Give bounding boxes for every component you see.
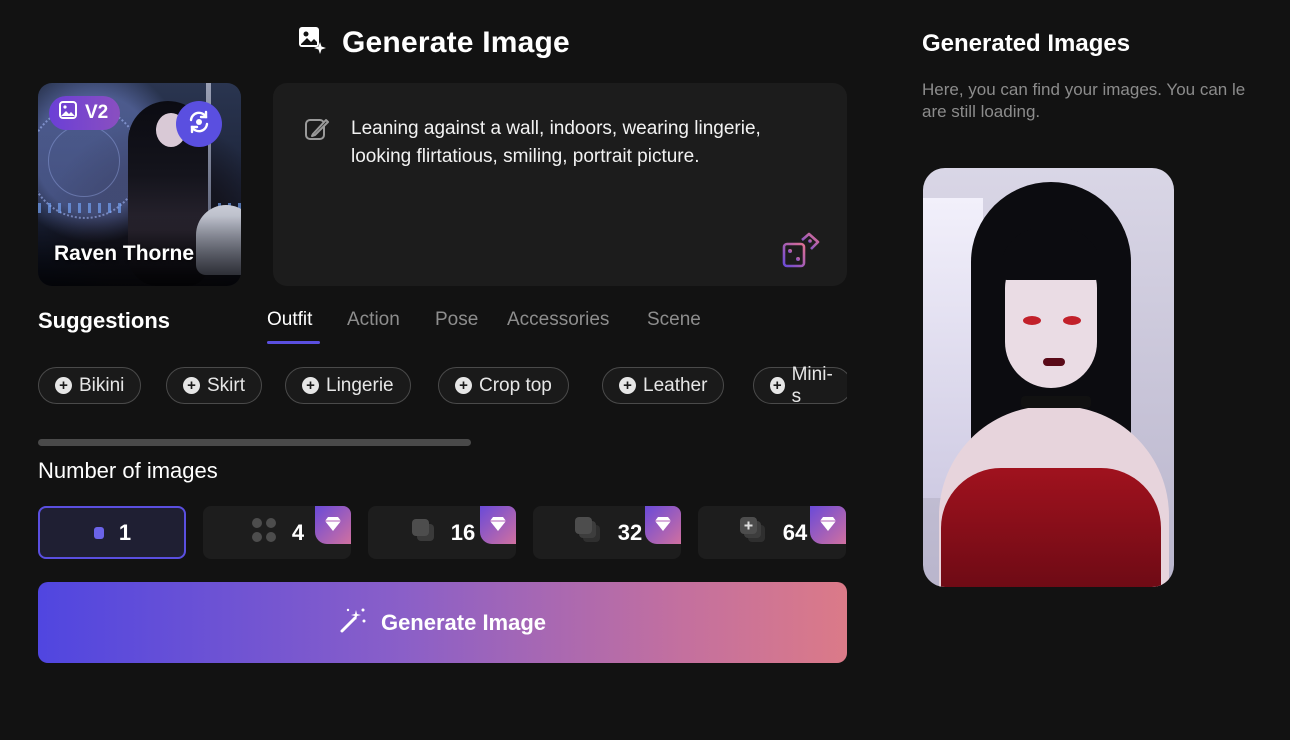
prompt-input[interactable]: Leaning against a wall, indoors, wearing… — [351, 115, 821, 171]
num-option-64[interactable]: 64 — [698, 506, 846, 559]
chip-bikini[interactable]: + Bikini — [38, 367, 142, 404]
chip-crop-top[interactable]: + Crop top — [438, 367, 569, 404]
active-tab-indicator — [267, 341, 320, 344]
chip-label: Skirt — [207, 374, 245, 396]
tab-outfit[interactable]: Outfit — [267, 309, 312, 331]
premium-badge — [645, 506, 681, 544]
pencil-icon — [304, 116, 330, 147]
lingerie-graphic — [941, 468, 1161, 587]
num-option-label: 32 — [617, 519, 643, 545]
generated-images-title: Generated Images — [922, 30, 1131, 57]
num-option-label: 4 — [291, 519, 305, 545]
collar-graphic — [1021, 396, 1091, 408]
grid-icon — [250, 516, 278, 550]
swap-character-button[interactable] — [176, 101, 222, 147]
diamond-icon — [324, 512, 342, 538]
generated-images-description: Here, you can find your images. You can … — [922, 79, 1290, 123]
description-line-1: Here, you can find your images. You can … — [922, 80, 1246, 99]
chips-scrollbar[interactable] — [38, 439, 471, 446]
diamond-icon — [489, 512, 507, 538]
tab-action[interactable]: Action — [347, 309, 400, 331]
num-option-4[interactable]: 4 — [203, 506, 351, 559]
ferris-wheel-inner-graphic — [48, 125, 120, 197]
generated-image-thumbnail[interactable] — [923, 168, 1174, 587]
tab-accessories[interactable]: Accessories — [507, 309, 609, 331]
tab-scene[interactable]: Scene — [647, 309, 701, 331]
diamond-icon — [654, 512, 672, 538]
generate-button-label: Generate Image — [380, 609, 547, 635]
num-option-16[interactable]: 16 — [368, 506, 516, 559]
suggestions-title: Suggestions — [38, 308, 171, 333]
plus-icon: + — [619, 377, 636, 394]
prompt-box[interactable] — [273, 83, 847, 286]
bangs-graphic — [1001, 228, 1101, 280]
plus-icon: + — [455, 377, 472, 394]
chip-label: Lingerie — [326, 374, 394, 396]
stack-plus-icon — [737, 514, 769, 552]
num-option-label: 64 — [782, 519, 808, 545]
diamond-icon — [819, 512, 837, 538]
chip-label: Bikini — [79, 374, 125, 396]
generate-image-button[interactable]: Generate Image — [38, 582, 847, 663]
chip-label: Crop top — [479, 374, 552, 396]
plus-icon: + — [770, 377, 785, 394]
version-badge[interactable]: V2 — [49, 96, 121, 130]
chip-mini-skirt[interactable]: + Mini-s — [753, 364, 847, 407]
num-option-1[interactable]: 1 — [38, 506, 186, 559]
num-option-label: 16 — [450, 519, 476, 545]
character-name: Raven Thorne — [54, 242, 195, 265]
chip-label: Leather — [643, 374, 708, 396]
single-image-icon — [93, 520, 105, 546]
plus-icon: + — [183, 377, 200, 394]
suggestion-chips: + Bikini + Skirt + Lingerie + Crop top +… — [38, 360, 847, 412]
chip-leather[interactable]: + Leather — [602, 367, 725, 404]
stack-multi-icon — [572, 514, 604, 552]
num-option-label: 1 — [118, 519, 132, 545]
chip-lingerie[interactable]: + Lingerie — [285, 367, 411, 404]
page-header: Generate Image — [296, 24, 570, 61]
premium-badge — [315, 506, 351, 544]
num-option-32[interactable]: 32 — [533, 506, 681, 559]
stack-icon — [409, 516, 437, 550]
dice-icon[interactable] — [780, 232, 822, 275]
tab-pose[interactable]: Pose — [435, 309, 478, 331]
premium-badge — [480, 506, 516, 544]
image-icon — [59, 101, 77, 125]
description-line-2: are still loading. — [922, 102, 1041, 121]
lips-graphic — [1043, 358, 1065, 366]
magic-wand-icon — [339, 606, 367, 640]
chip-label: Mini-s — [791, 363, 833, 407]
premium-badge — [810, 506, 846, 544]
swap-character-icon — [185, 108, 213, 141]
num-images-title: Number of images — [38, 458, 218, 483]
eye-graphic — [1063, 316, 1081, 325]
plus-icon: + — [55, 377, 72, 394]
eye-graphic — [1023, 316, 1041, 325]
chip-skirt[interactable]: + Skirt — [166, 367, 262, 404]
page-title: Generate Image — [342, 25, 570, 59]
image-add-sparkle-icon — [296, 24, 328, 61]
plus-icon: + — [302, 377, 319, 394]
version-label: V2 — [85, 102, 109, 123]
